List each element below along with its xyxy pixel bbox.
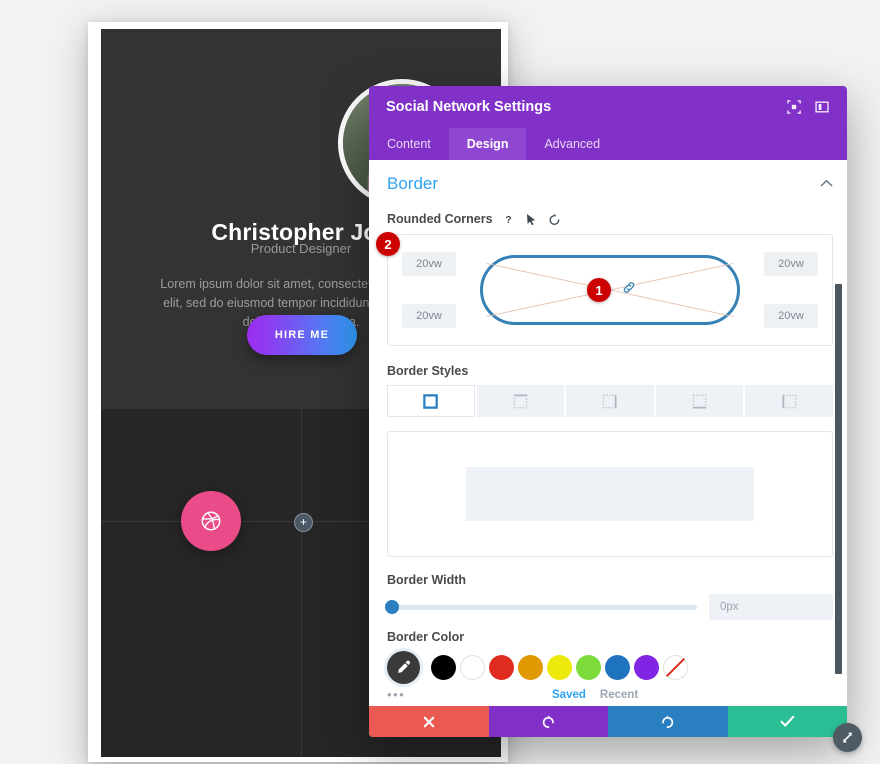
border-style-bottom[interactable] (655, 385, 744, 417)
corner-input-top-left[interactable]: 20vw (402, 252, 456, 276)
swatch-orange[interactable] (518, 655, 543, 680)
border-style-right[interactable] (566, 385, 654, 417)
swatch-purple[interactable] (634, 655, 659, 680)
border-preview-inner (466, 467, 754, 521)
border-width-slider[interactable] (385, 600, 697, 614)
tab-content[interactable]: Content (369, 128, 449, 160)
modal-body: Border Rounded Corners ? 20vw 2 20vw 20v… (369, 160, 847, 706)
dribbble-social-button[interactable] (181, 491, 241, 551)
border-color-label: Border Color (387, 630, 465, 644)
cursor-icon[interactable] (525, 212, 539, 226)
save-button[interactable] (727, 706, 847, 737)
rounded-corners-label-row: Rounded Corners ? (387, 212, 833, 226)
saved-colors-tab[interactable]: Saved (552, 689, 586, 701)
close-icon (423, 716, 434, 727)
border-style-left[interactable] (745, 385, 833, 417)
undo-button[interactable] (488, 706, 608, 737)
check-icon (780, 715, 795, 727)
tab-design[interactable]: Design (448, 128, 527, 160)
settings-scroll-area: Border Rounded Corners ? 20vw 2 20vw 20v… (369, 160, 847, 706)
border-styles-row (387, 385, 833, 417)
modal-scrollbar[interactable] (835, 284, 842, 674)
eyedropper-icon[interactable] (387, 651, 420, 684)
tab-advanced[interactable]: Advanced (526, 128, 618, 160)
modal-header: Social Network Settings (369, 86, 847, 128)
square-top-icon (513, 394, 528, 408)
swatch-black[interactable] (431, 655, 456, 680)
slider-thumb[interactable] (385, 600, 399, 614)
corner-input-top-right[interactable]: 20vw (764, 252, 818, 276)
reset-icon[interactable] (548, 212, 562, 226)
border-width-row: 0px (385, 594, 833, 620)
modal-title: Social Network Settings (386, 99, 552, 115)
swatch-transparent[interactable] (663, 655, 688, 680)
swatch-blue[interactable] (605, 655, 630, 680)
swatch-red[interactable] (489, 655, 514, 680)
border-section-header[interactable]: Border (387, 160, 833, 200)
square-left-icon (782, 394, 797, 408)
border-styles-label: Border Styles (387, 364, 469, 378)
svg-text:?: ? (505, 215, 511, 226)
resize-diagonal-icon[interactable] (833, 723, 862, 752)
rounded-corners-label: Rounded Corners (387, 212, 493, 226)
modal-tabs: Content Design Advanced (369, 128, 847, 160)
chevron-up-icon[interactable] (820, 175, 833, 193)
annotation-badge-2: 2 (376, 232, 400, 256)
annotation-badge-1: 1 (587, 278, 611, 302)
help-icon[interactable]: ? (502, 212, 516, 226)
settings-modal[interactable]: Social Network Settings Content Design A… (369, 86, 847, 737)
swatch-green[interactable] (576, 655, 601, 680)
border-preview-box (387, 431, 833, 557)
dribbble-icon (201, 511, 221, 531)
link-icon[interactable] (622, 281, 636, 300)
swatch-white[interactable] (460, 655, 485, 680)
more-colors-button[interactable]: ••• (387, 687, 427, 702)
panel-layout-icon[interactable] (811, 96, 833, 118)
color-swatch-row (387, 651, 833, 684)
undo-icon (542, 715, 554, 728)
corner-input-bottom-right[interactable]: 20vw (764, 304, 818, 328)
corner-preview-shape: 1 (480, 255, 740, 325)
redo-button[interactable] (608, 706, 728, 737)
focus-target-icon[interactable] (783, 96, 805, 118)
recent-colors-tab[interactable]: Recent (600, 689, 638, 701)
hire-me-button[interactable]: HIRE ME (247, 315, 357, 355)
add-module-button[interactable]: + (294, 513, 313, 532)
corner-input-bottom-left[interactable]: 20vw (402, 304, 456, 328)
section-title: Border (387, 174, 439, 193)
square-solid-icon (423, 393, 439, 409)
modal-footer (369, 706, 847, 737)
border-style-all[interactable] (387, 385, 475, 417)
border-style-top[interactable] (476, 385, 565, 417)
guide-line-vertical (301, 409, 302, 757)
square-bottom-icon (692, 394, 707, 408)
rounded-corners-control[interactable]: 20vw 2 20vw 20vw 20vw 1 (376, 232, 833, 346)
square-right-icon (603, 394, 617, 408)
swatch-meta-row: ••• Saved Recent (387, 687, 833, 702)
swatch-yellow[interactable] (547, 655, 572, 680)
cancel-button[interactable] (369, 706, 489, 737)
redo-icon (662, 715, 674, 728)
border-width-label: Border Width (387, 573, 467, 587)
border-width-input[interactable]: 0px (709, 594, 833, 620)
